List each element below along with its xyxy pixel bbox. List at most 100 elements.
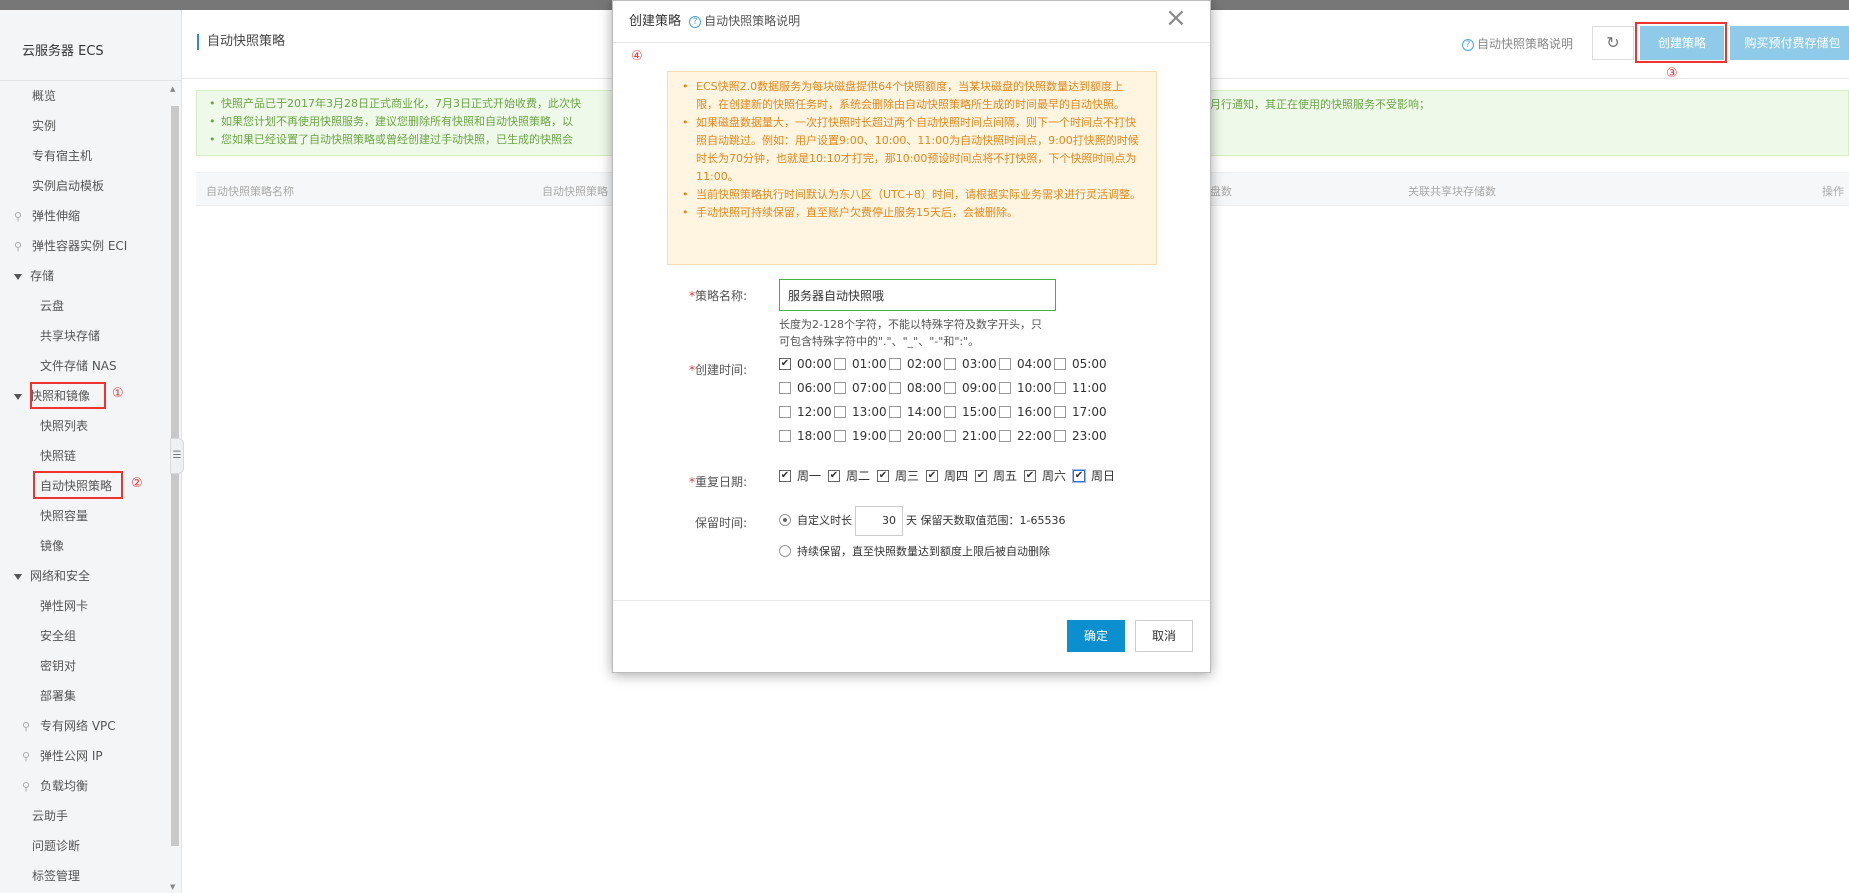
checkbox-icon[interactable] — [779, 381, 791, 394]
sidebar-item-cloud-assistant[interactable]: 云助手 — [32, 805, 68, 827]
sidebar-item-eip[interactable]: ⚲ 弹性公网 IP — [22, 745, 103, 767]
sidebar-item-instances[interactable]: 实例 — [32, 115, 56, 137]
time-checkbox[interactable]: ✔ 00:00 — [779, 356, 832, 372]
checkbox-icon[interactable] — [834, 405, 846, 418]
sidebar-item-snapshot-chain[interactable]: 快照链 — [40, 445, 76, 467]
refresh-button[interactable]: ↻ — [1592, 26, 1634, 60]
day-checkbox[interactable]: ✔ 周六 — [1024, 468, 1066, 484]
checkbox-checked-icon[interactable]: ✔ — [779, 469, 791, 482]
time-checkbox[interactable]: 08:00 — [889, 380, 942, 396]
checkbox-icon[interactable] — [779, 405, 791, 418]
retention-persist-row[interactable]: 持续保留，直至快照数量达到额度上限后被自动删除 — [779, 537, 1050, 567]
retention-days-input[interactable]: 30 — [855, 506, 903, 536]
sidebar-item-tags[interactable]: 标签管理 — [32, 865, 80, 887]
checkbox-checked-icon[interactable]: ✔ — [975, 469, 987, 482]
time-checkbox[interactable]: 07:00 — [834, 380, 887, 396]
radio-persist[interactable] — [779, 545, 791, 557]
checkbox-checked-icon[interactable]: ✔ — [877, 469, 889, 482]
time-checkbox[interactable]: 12:00 — [779, 404, 832, 420]
retention-custom-row[interactable]: 自定义时长 30 天 保留天数取值范围：1-65536 — [779, 506, 1065, 536]
time-checkbox[interactable]: 03:00 — [944, 356, 997, 372]
day-checkbox[interactable]: ✔ 周三 — [877, 468, 919, 484]
sidebar-item-auto-scaling[interactable]: ⚲ 弹性伸缩 — [14, 205, 80, 227]
checkbox-icon[interactable] — [834, 357, 846, 370]
time-checkbox[interactable]: 21:00 — [944, 428, 997, 444]
checkbox-checked-icon[interactable]: ✔ — [1024, 469, 1036, 482]
close-icon[interactable]: × — [1165, 5, 1187, 31]
sidebar-item-nas[interactable]: 文件存储 NAS — [40, 355, 117, 377]
checkbox-icon[interactable] — [999, 381, 1011, 394]
sidebar-group-storage[interactable]: 存储 — [14, 265, 54, 287]
time-checkbox[interactable]: 01:00 — [834, 356, 887, 372]
policy-help-link[interactable]: ? 自动快照策略说明 — [1462, 35, 1573, 52]
checkbox-icon[interactable] — [834, 429, 846, 442]
sidebar-item-deployment-set[interactable]: 部署集 — [40, 685, 76, 707]
time-checkbox[interactable]: 10:00 — [999, 380, 1052, 396]
time-checkbox[interactable]: 23:00 — [1054, 428, 1107, 444]
checkbox-icon[interactable] — [999, 357, 1011, 370]
checkbox-icon[interactable] — [944, 357, 956, 370]
time-checkbox[interactable]: 06:00 — [779, 380, 832, 396]
sidebar-item-security-group[interactable]: 安全组 — [40, 625, 76, 647]
checkbox-icon[interactable] — [889, 381, 901, 394]
sidebar-scrollbar[interactable] — [171, 106, 179, 846]
checkbox-icon[interactable] — [1054, 405, 1066, 418]
checkbox-icon[interactable] — [1054, 429, 1066, 442]
time-checkbox[interactable]: 17:00 — [1054, 404, 1107, 420]
checkbox-icon[interactable] — [999, 429, 1011, 442]
dialog-help-link[interactable]: ? 自动快照策略说明 — [689, 14, 800, 28]
time-checkbox[interactable]: 02:00 — [889, 356, 942, 372]
checkbox-icon[interactable] — [889, 357, 901, 370]
time-checkbox[interactable]: 09:00 — [944, 380, 997, 396]
sidebar-item-eci[interactable]: ⚲ 弹性容器实例 ECI — [14, 235, 127, 257]
sidebar-item-images[interactable]: 镜像 — [40, 535, 64, 557]
sidebar-item-key-pair[interactable]: 密钥对 — [40, 655, 76, 677]
sidebar-item-diagnosis[interactable]: 问题诊断 — [32, 835, 80, 857]
sidebar-collapse-handle[interactable]: ☰ — [170, 438, 184, 474]
sidebar-item-launch-template[interactable]: 实例启动模板 — [32, 175, 104, 197]
checkbox-icon[interactable] — [889, 429, 901, 442]
sidebar-item-slb[interactable]: ⚲ 负载均衡 — [22, 775, 88, 797]
checkbox-icon[interactable] — [779, 429, 791, 442]
sidebar-item-snapshot-capacity[interactable]: 快照容量 — [40, 505, 88, 527]
checkbox-checked-icon[interactable]: ✔ — [828, 469, 840, 482]
time-checkbox[interactable]: 20:00 — [889, 428, 942, 444]
sidebar-item-dedicated-host[interactable]: 专有宿主机 — [32, 145, 92, 167]
time-checkbox[interactable]: 11:00 — [1054, 380, 1107, 396]
checkbox-icon[interactable] — [944, 429, 956, 442]
sidebar-item-shared-block[interactable]: 共享块存储 — [40, 325, 100, 347]
time-checkbox[interactable]: 14:00 — [889, 404, 942, 420]
time-checkbox[interactable]: 22:00 — [999, 428, 1052, 444]
checkbox-icon[interactable] — [1054, 357, 1066, 370]
day-checkbox[interactable]: ✔ 周二 — [828, 468, 870, 484]
radio-custom[interactable] — [779, 514, 791, 526]
confirm-button[interactable]: 确定 — [1067, 620, 1125, 652]
checkbox-checked-icon[interactable]: ✔ — [926, 469, 938, 482]
checkbox-icon[interactable] — [889, 405, 901, 418]
checkbox-icon[interactable] — [1054, 381, 1066, 394]
day-checkbox[interactable]: ✔ 周日 — [1073, 468, 1115, 484]
sidebar-group-network-security[interactable]: 网络和安全 — [14, 565, 90, 587]
sidebar-item-eni[interactable]: 弹性网卡 — [40, 595, 88, 617]
checkbox-icon[interactable] — [834, 381, 846, 394]
day-checkbox[interactable]: ✔ 周四 — [926, 468, 968, 484]
day-checkbox[interactable]: ✔ 周一 — [779, 468, 821, 484]
time-checkbox[interactable]: 15:00 — [944, 404, 997, 420]
sidebar-item-cloud-disk[interactable]: 云盘 — [40, 295, 64, 317]
scroll-up-icon[interactable]: ▲ — [170, 85, 175, 93]
day-checkbox[interactable]: ✔ 周五 — [975, 468, 1017, 484]
sidebar-item-vpc[interactable]: ⚲ 专有网络 VPC — [22, 715, 116, 737]
time-checkbox[interactable]: 04:00 — [999, 356, 1052, 372]
policy-name-input[interactable] — [779, 279, 1056, 311]
buy-storage-package-button[interactable]: 购买预付费存储包 — [1730, 26, 1849, 60]
checkbox-icon[interactable] — [999, 405, 1011, 418]
checkbox-checked-icon[interactable]: ✔ — [779, 357, 791, 370]
time-checkbox[interactable]: 19:00 — [834, 428, 887, 444]
checkbox-icon[interactable] — [944, 381, 956, 394]
sidebar-item-snapshot-list[interactable]: 快照列表 — [40, 415, 88, 437]
checkbox-icon[interactable] — [944, 405, 956, 418]
cancel-button[interactable]: 取消 — [1135, 620, 1193, 652]
sidebar-item-overview[interactable]: 概览 — [32, 85, 56, 107]
time-checkbox[interactable]: 16:00 — [999, 404, 1052, 420]
scroll-down-icon[interactable]: ▼ — [170, 883, 175, 891]
